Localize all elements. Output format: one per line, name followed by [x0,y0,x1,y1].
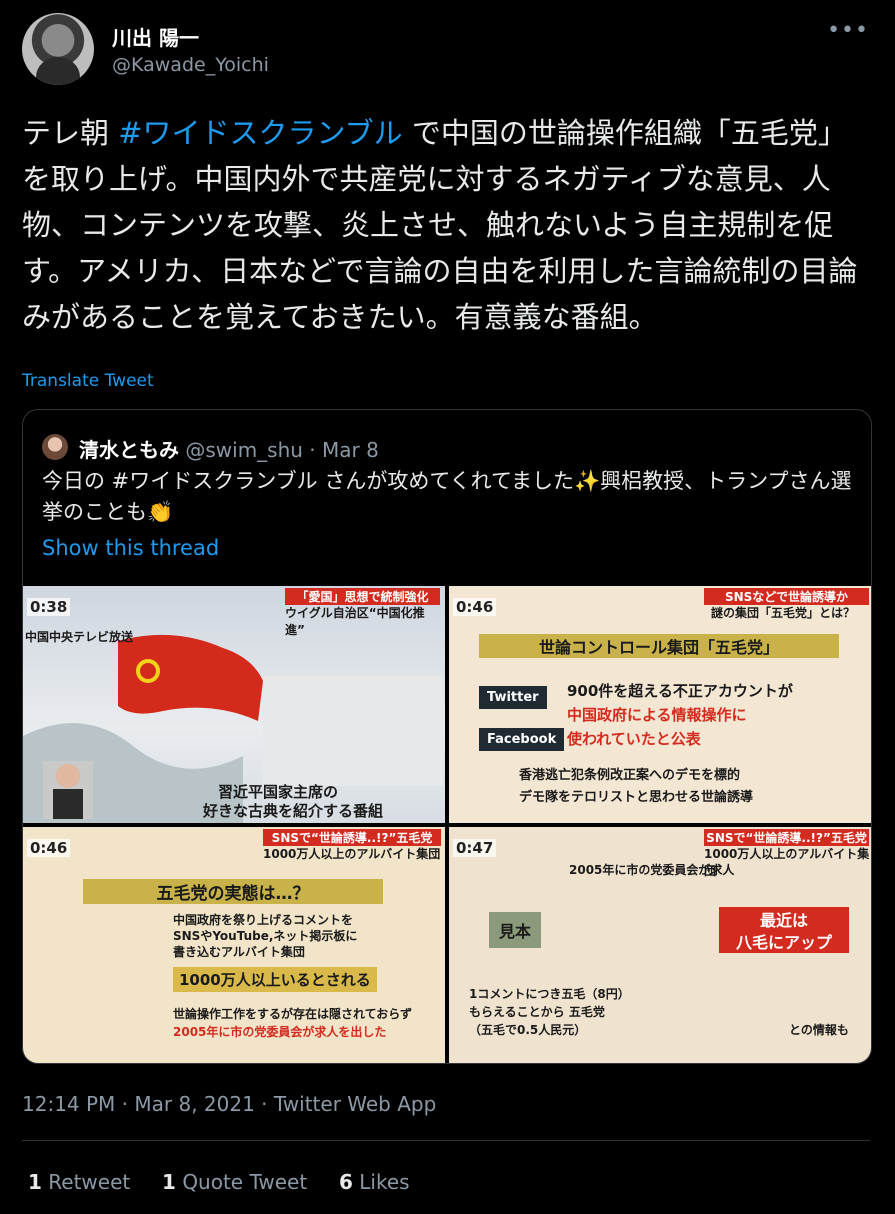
caption-line: Twitter [479,686,547,709]
caption-line: 1000万人以上のアルバイト集団 [263,847,441,861]
caption-line: 中国政府を祭り上げるコメントを [173,913,354,927]
quote-avatar[interactable] [42,434,68,460]
caption-line: 中国政府による情報操作に [567,706,747,724]
media-image-2[interactable]: 0:46 SNSなどで世論誘導か 謎の集団「五毛党」とは？ 世論コントロール集団… [449,586,871,823]
caption-line: 1コメントにつき五毛（8円） [469,987,630,1001]
quote-author-handle[interactable]: @swim_shu [185,438,303,462]
caption-line: もらえることから 五毛党 [469,1005,605,1019]
caption-line: （五毛で0.5人民元） [469,1023,587,1037]
caption-line: Facebook [479,728,565,751]
quote-header: 清水ともみ @swim_shu · Mar 8 [79,434,379,463]
retweets-stat[interactable]: 1 Retweet [28,1170,130,1194]
caption-line: 世論コントロール集団「五毛党」 [479,634,839,658]
hashtag-link[interactable]: #ワイドスクランブル [118,116,402,150]
show-thread-link[interactable]: Show this thread [42,536,219,560]
like-count: 6 [338,1170,353,1194]
caption-line: SNSで“世論誘導..!?”五毛党 [263,829,441,846]
quote-separator: · [302,438,323,462]
quote-author-name[interactable]: 清水ともみ [79,438,179,462]
video-timestamp: 0:46 [27,839,71,857]
author-name[interactable]: 川出 陽一 [112,22,199,51]
caption-line: との情報も [789,1023,849,1037]
tweet-text-pre: テレ朝 [22,116,119,150]
quote-text: 今日の #ワイドスクランブル さんが攻めてくれてました✨興梠教授、トランプさん選… [42,469,852,524]
caption-line: 「愛国」思想で統制強化 [285,588,440,605]
author-handle[interactable]: @Kawade_Yoichi [112,54,269,76]
quote-count: 1 [162,1170,176,1194]
media-grid: 0:38 「愛国」思想で統制強化 ウイグル自治区“中国化推進” 中国中央テレビ放… [23,586,871,1063]
divider [22,1140,870,1141]
caption-line: SNSなどで世論誘導か [704,588,869,605]
caption-line: 謎の集団「五毛党」とは？ [711,606,856,620]
quote-date[interactable]: Mar 8 [322,438,379,462]
caption-line: 習近平国家主席の [218,783,339,801]
media-image-3[interactable]: 0:46 SNSで“世論誘導..!?”五毛党 1000万人以上のアルバイト集団 … [23,827,445,1063]
quoted-tweet[interactable]: 清水ともみ @swim_shu · Mar 8 今日の #ワイドスクランブル さ… [22,409,872,1064]
media-image-4[interactable]: 0:47 SNSで“世論誘導..!?”五毛党 1000万人以上のアルバイト集団 … [449,827,871,1063]
likes-stat[interactable]: 6 Likes [339,1170,410,1194]
caption-line: 使われていたと公表 [567,730,701,748]
author-avatar[interactable] [22,13,94,85]
caption-line: 2005年に市の党委員会が求人 [569,863,735,877]
caption-line: ウイグル自治区“中国化推進” [285,606,425,637]
caption-line: SNSやYouTube,ネット掲示板に [173,929,358,943]
quotes-stat[interactable]: 1 Quote Tweet [162,1170,307,1194]
video-timestamp: 0:47 [453,839,497,857]
caption-line: 見本 [489,912,542,948]
retweet-count: 1 [28,1170,42,1194]
caption-line: 900件を超える不正アカウントが [567,682,793,700]
caption-line: 八毛にアップ [719,929,849,953]
video-timestamp: 0:46 [453,598,497,616]
caption-line: 書き込むアルバイト集団 [173,945,305,959]
tweet-text: テレ朝 #ワイドスクランブル で中国の世論操作組織「五毛党」を取り上げ。中国内外… [22,110,872,340]
video-timestamp: 0:38 [27,598,71,616]
quote-label: Quote Tweet [182,1170,308,1194]
caption-line: 1000万人以上いるとされる [173,967,377,992]
caption-line: SNSで“世論誘導..!?”五毛党 [704,829,869,846]
more-options-icon[interactable]: ••• [827,18,869,43]
tweet-timestamp[interactable]: 12:14 PM · Mar 8, 2021 · Twitter Web App [22,1092,436,1116]
caption-line: 世論操作工作をするが存在は隠されておらず [173,1007,413,1021]
caption-line: 最近は [719,907,849,931]
caption-line: 好きな古典を紹介する番組 [203,802,384,820]
retweet-label: Retweet [48,1170,131,1194]
caption-line: 中国中央テレビ放送 [25,630,134,644]
translate-tweet-link[interactable]: Translate Tweet [22,371,154,391]
like-label: Likes [359,1170,410,1194]
caption-line: 五毛党の実態は…？ [83,879,383,904]
media-image-1[interactable]: 0:38 「愛国」思想で統制強化 ウイグル自治区“中国化推進” 中国中央テレビ放… [23,586,445,823]
tweet-stats: 1 Retweet 1 Quote Tweet 6 Likes [28,1170,410,1194]
caption-line: 香港逃亡犯条例改正案へのデモを標的 [519,768,741,783]
caption-line: 2005年に市の党委員会が求人を出した [173,1025,387,1039]
caption-line: デモ隊をテロリストと思わせる世論誘導 [519,790,754,805]
